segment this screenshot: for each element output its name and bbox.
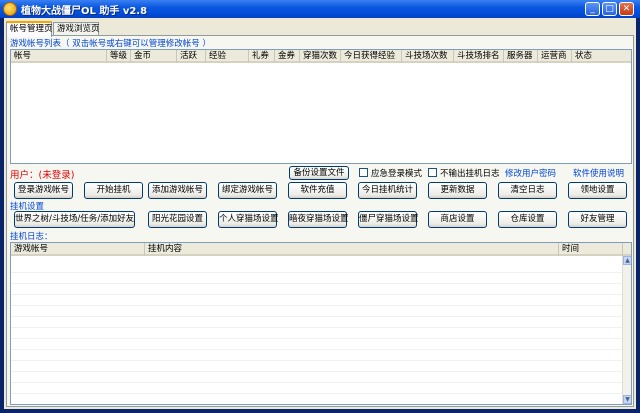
log-row bbox=[11, 362, 623, 372]
log-row bbox=[11, 384, 623, 394]
close-button[interactable]: ✕ bbox=[619, 2, 634, 16]
account-list-label: 游戏帐号列表（ 双击帐号或右键可以管理修改帐号 ） bbox=[10, 39, 211, 49]
column-account[interactable]: 帐号 bbox=[11, 50, 107, 63]
column-log-time[interactable]: 时间 bbox=[559, 243, 623, 256]
column-today-exp[interactable]: 今日获得经验 bbox=[341, 50, 402, 63]
log-row bbox=[11, 307, 623, 317]
log-row bbox=[11, 296, 623, 306]
column-status[interactable]: 状态 bbox=[572, 50, 631, 63]
column-server[interactable]: 服务器 bbox=[504, 50, 538, 63]
checkbox-box bbox=[428, 168, 437, 177]
tab-game-browser[interactable]: 游戏浏览页 bbox=[53, 22, 100, 36]
title-bar[interactable]: 植物大战僵尸OL 助手 v2.8 _ □ ✕ bbox=[0, 0, 640, 18]
start-bot-button[interactable]: 开始挂机 bbox=[84, 182, 143, 199]
world-tree-arena-task-friend-button[interactable]: 世界之树/斗技场/任务/添加好友 bbox=[14, 211, 135, 228]
recharge-button[interactable]: 软件充值 bbox=[288, 182, 347, 199]
help-link[interactable]: 软件使用说明 bbox=[573, 167, 624, 179]
column-active[interactable]: 活跃 bbox=[177, 50, 206, 63]
login-account-button[interactable]: 登录游戏帐号 bbox=[14, 182, 73, 199]
friend-management-button[interactable]: 好友管理 bbox=[568, 211, 627, 228]
add-account-button[interactable]: 添加游戏帐号 bbox=[148, 182, 207, 199]
column-cat-count[interactable]: 穿猫次数 bbox=[300, 50, 341, 63]
log-row bbox=[11, 340, 623, 350]
log-scrollbar[interactable]: ▲ ▼ bbox=[622, 256, 631, 404]
account-list-header: 帐号 等级 金币 活跃 经验 礼券 金券 穿猫次数 今日获得经验 斗技场次数 斗… bbox=[11, 50, 631, 63]
warehouse-settings-button[interactable]: 仓库设置 bbox=[498, 211, 557, 228]
tab-account-management[interactable]: 帐号管理页 bbox=[6, 21, 53, 37]
no-log-output-checkbox[interactable]: 不输出挂机日志 bbox=[428, 167, 500, 179]
scroll-up-icon[interactable]: ▲ bbox=[623, 256, 631, 265]
column-log-account[interactable]: 游戏帐号 bbox=[11, 243, 145, 256]
app-icon bbox=[3, 2, 17, 16]
backup-settings-button[interactable]: 备份设置文件 bbox=[289, 166, 349, 180]
log-list[interactable]: 游戏帐号 挂机内容 时间 ▲ ▼ bbox=[10, 242, 632, 405]
user-status-label: 用户：(未登录) bbox=[10, 170, 75, 181]
scroll-down-icon[interactable]: ▼ bbox=[623, 395, 631, 404]
today-stats-button[interactable]: 今日挂机统计 bbox=[358, 182, 417, 199]
shop-settings-button[interactable]: 商店设置 bbox=[428, 211, 487, 228]
log-row bbox=[11, 285, 623, 295]
column-gift-coupon[interactable]: 礼券 bbox=[249, 50, 275, 63]
log-row bbox=[11, 263, 623, 273]
column-exp[interactable]: 经验 bbox=[206, 50, 249, 63]
emergency-login-label: 应急登录模式 bbox=[371, 169, 423, 179]
column-log-content[interactable]: 挂机内容 bbox=[145, 243, 559, 256]
log-row bbox=[11, 318, 623, 328]
checkbox-box bbox=[359, 168, 368, 177]
column-level[interactable]: 等级 bbox=[107, 50, 131, 63]
window-title: 植物大战僵尸OL 助手 v2.8 bbox=[21, 6, 148, 17]
update-data-button[interactable]: 更新数据 bbox=[428, 182, 487, 199]
zombie-cat-settings-button[interactable]: 僵尸穿猫场设置 bbox=[358, 211, 419, 228]
column-arena-count[interactable]: 斗技场次数 bbox=[402, 50, 454, 63]
territory-settings-button[interactable]: 领地设置 bbox=[568, 182, 627, 199]
column-arena-rank[interactable]: 斗技场排名 bbox=[454, 50, 504, 63]
emergency-login-checkbox[interactable]: 应急登录模式 bbox=[359, 167, 422, 179]
log-label: 挂机日志： bbox=[10, 232, 53, 242]
account-list[interactable]: 帐号 等级 金币 活跃 经验 礼券 金券 穿猫次数 今日获得经验 斗技场次数 斗… bbox=[10, 49, 632, 164]
column-gold[interactable]: 金币 bbox=[131, 50, 177, 63]
log-list-header: 游戏帐号 挂机内容 时间 bbox=[11, 243, 631, 256]
change-password-link[interactable]: 修改用户密码 bbox=[505, 167, 556, 179]
log-row bbox=[11, 351, 623, 361]
column-gold-coupon[interactable]: 金券 bbox=[275, 50, 300, 63]
sun-garden-settings-button[interactable]: 阳光花园设置 bbox=[148, 211, 207, 228]
log-row bbox=[11, 329, 623, 339]
log-row bbox=[11, 274, 623, 284]
maximize-button[interactable]: □ bbox=[602, 2, 617, 16]
bind-account-button[interactable]: 绑定游戏帐号 bbox=[218, 182, 277, 199]
log-row bbox=[11, 373, 623, 383]
clear-log-button[interactable]: 清空日志 bbox=[498, 182, 557, 199]
app-window: 植物大战僵尸OL 助手 v2.8 _ □ ✕ 帐号管理页 游戏浏览页 游戏帐号列… bbox=[0, 0, 640, 413]
personal-cat-settings-button[interactable]: 个人穿猫场设置 bbox=[218, 211, 279, 228]
client-area: 帐号管理页 游戏浏览页 游戏帐号列表（ 双击帐号或右键可以管理修改帐号 ） 帐号… bbox=[4, 18, 636, 409]
column-operator[interactable]: 运营商 bbox=[538, 50, 572, 63]
account-management-panel: 游戏帐号列表（ 双击帐号或右键可以管理修改帐号 ） 帐号 等级 金币 活跃 经验… bbox=[6, 35, 634, 407]
dark-cat-settings-button[interactable]: 暗夜穿猫场设置 bbox=[288, 211, 349, 228]
minimize-button[interactable]: _ bbox=[585, 2, 600, 16]
no-log-output-label: 不输出挂机日志 bbox=[440, 169, 500, 179]
